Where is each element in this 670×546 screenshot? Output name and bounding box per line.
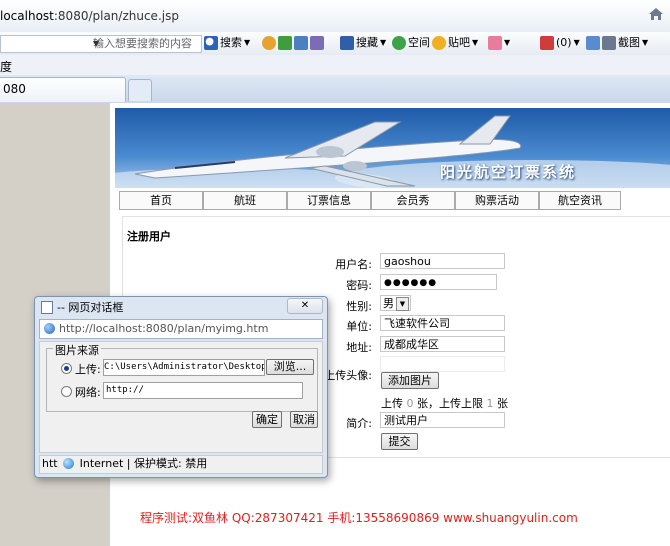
mail-count: (0) [556,36,572,49]
tab-title: 080 [3,82,26,96]
translate-icon[interactable] [278,36,292,50]
tieba-label: 贴吧 [448,36,470,49]
dialog-url-bar: http://localhost:8080/plan/myimg.htm [39,319,323,339]
chevron-down-icon[interactable]: ▼ [396,297,409,311]
ie-icon [44,323,55,334]
network-url-input[interactable]: http:// [103,382,303,399]
menu-bar: 度 [0,55,670,76]
network-radio[interactable] [61,386,72,397]
upload-suffix: 张 [497,397,508,410]
nav-promotions[interactable]: 购票活动 [455,191,539,210]
dialog-titlebar[interactable]: -- 网页对话框 [41,299,123,315]
status-zone: Internet | 保护模式: 禁用 [79,457,208,470]
add-image-button[interactable]: 添加图片 [381,372,439,389]
search-button[interactable]: 搜索 ▼ [204,34,250,52]
ok-button[interactable]: 确定 [252,411,282,428]
toolbar: 输入想要搜索的内容 ▼ 搜索 ▼ 搜藏 ▼ 空间 贴吧 ▼ ▼ (0) ▼ 截图 ▼ [0,32,670,56]
space-button[interactable]: 空间 [392,34,430,52]
nav-member-show[interactable]: 会员秀 [371,191,455,210]
toolbar-icons[interactable] [262,34,324,52]
calendar-icon[interactable] [310,36,324,50]
address-bar[interactable]: localhost:8080/plan/zhuce.jsp [0,0,670,33]
nav-home[interactable]: 首页 [119,191,203,210]
space-label: 空间 [408,36,430,49]
screenshot-button[interactable]: 截图 ▼ [586,34,648,52]
dialog-url: http://localhost:8080/plan/myimg.htm [59,322,269,335]
password-field[interactable]: ●●●●●● [380,274,497,290]
mail-button[interactable]: (0) ▼ [540,34,580,52]
skin-icon [488,36,502,50]
cancel-button[interactable]: 取消 [290,411,318,428]
globe-icon [63,458,75,469]
gender-value: 男 [383,297,394,310]
submit-button[interactable]: 提交 [381,433,418,450]
page-icon [41,300,53,314]
tieba-icon [432,36,446,50]
web-dialog: -- 网页对话框 ✕ http://localhost:8080/plan/my… [34,296,328,478]
mail-icon [540,36,554,50]
upload-limit: 1 [486,397,494,410]
search-icon [204,36,218,50]
upload-prefix: 上传 [381,397,403,410]
username-label: 用户名: [335,258,372,271]
banner: 阳光航空订票系统 [115,108,670,188]
group-title: 图片来源 [53,342,101,358]
dialog-title: -- 网页对话框 [57,301,124,314]
url-path: :8080/plan/zhuce.jsp [53,9,179,23]
picture-icon[interactable] [294,36,308,50]
upload-radio[interactable] [61,363,72,374]
collect-label: 搜藏 [356,36,378,49]
upload-status: 上传 0 张，上传上限 1 张 [381,395,508,411]
space-icon [392,36,406,50]
close-icon[interactable]: ✕ [287,298,323,314]
airplane-banner-image [115,108,670,188]
collect-icon [340,36,354,50]
avatar-preview [380,356,505,372]
tab-bar: 080 [0,75,670,103]
company-field[interactable]: 飞速软件公司 [380,315,505,331]
upload-mid: 张，上传上限 [417,397,483,410]
password-label: 密码: [346,279,372,292]
upload-count: 0 [406,397,414,410]
menu-item-fragment[interactable]: 度 [0,58,12,75]
collect-button[interactable]: 搜藏 ▼ [340,34,386,52]
footer-credit: 程序测试:双鱼林 QQ:287307421 手机:13558690869 www… [140,511,578,525]
browse-button[interactable]: 浏览... [266,359,314,375]
banner-title: 阳光航空订票系统 [440,163,577,181]
network-label: 网络: [75,386,101,399]
image-source-group: 图片来源 上传: C:\Users\Administrator\Desktop\… [46,342,318,412]
gender-select[interactable]: 男 ▼ [380,295,411,311]
skin-button[interactable]: ▼ [488,34,510,52]
search-dropdown-icon[interactable]: ▼ [93,36,197,52]
upload-label: 上传: [75,363,101,376]
dialog-status-bar: htt Internet | 保护模式: 禁用 [39,455,323,474]
url-text[interactable]: localhost:8080/plan/zhuce.jsp [0,9,179,23]
file-path-input[interactable]: C:\Users\Administrator\Desktop\Q [103,359,265,376]
screenshot-icon [602,36,616,50]
search-input[interactable]: 输入想要搜索的内容 ▼ [0,35,202,53]
username-field[interactable]: gaoshou [380,253,505,269]
dialog-body: 图片来源 上传: C:\Users\Administrator\Desktop\… [39,341,323,453]
new-tab-button[interactable] [128,79,152,101]
address-field[interactable]: 成都成华区 [380,336,505,352]
pen-icon [586,36,600,50]
site-nav: 首页 航班 订票信息 会员秀 购票活动 航空资讯 [115,191,621,210]
screenshot-label: 截图 [618,36,640,49]
search-button-label: 搜索 [220,36,242,49]
url-host: localhost [0,9,54,23]
form-title: 注册用户 [127,230,171,243]
status-prefix: htt [42,457,58,470]
browser-icon[interactable] [262,36,276,50]
intro-field[interactable]: 测试用户 [380,412,505,428]
nav-news[interactable]: 航空资讯 [539,191,621,210]
tieba-button[interactable]: 贴吧 ▼ [432,34,478,52]
nav-booking-info[interactable]: 订票信息 [287,191,371,210]
tab-active[interactable]: 080 [0,77,126,102]
nav-flights[interactable]: 航班 [203,191,287,210]
home-icon[interactable] [648,7,664,21]
